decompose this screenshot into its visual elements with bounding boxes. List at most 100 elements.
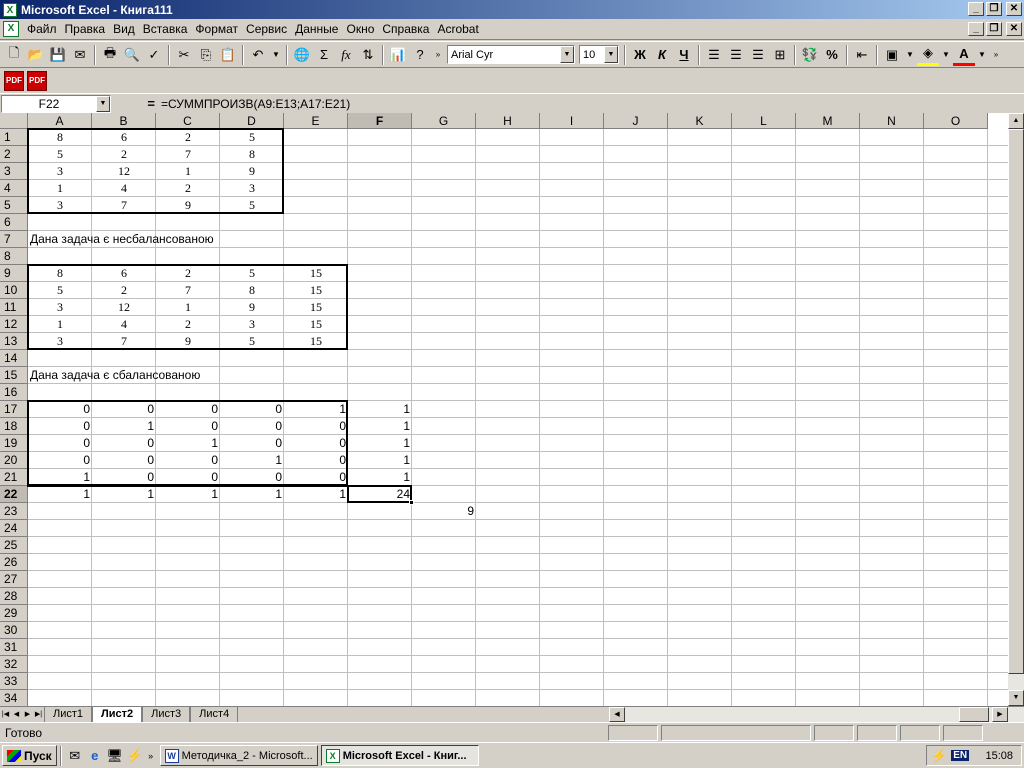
cell[interactable]: 0 [220, 469, 284, 486]
name-box[interactable]: F22 ▼ [1, 94, 111, 113]
cell[interactable]: 15 [284, 265, 348, 282]
font-color-icon[interactable]: A [953, 44, 975, 66]
scroll-up-icon[interactable]: ▲ [1008, 113, 1024, 129]
align-right-icon[interactable]: ☰ [747, 44, 769, 66]
new-icon[interactable]: 🗋 [3, 44, 25, 66]
prev-sheet-icon[interactable]: ◀ [11, 708, 22, 722]
row-header[interactable]: 31 [0, 639, 28, 656]
cell[interactable]: 4 [92, 316, 156, 333]
cell[interactable]: 1 [92, 418, 156, 435]
toolbar-options-icon[interactable]: » [989, 44, 1003, 66]
row-header[interactable]: 9 [0, 265, 28, 282]
start-button[interactable]: Пуск [2, 745, 57, 766]
cell[interactable]: 1 [156, 299, 220, 316]
more-buttons-icon[interactable]: » [431, 44, 445, 66]
minimize-button[interactable]: _ [968, 2, 984, 16]
cell[interactable]: 1 [156, 435, 220, 452]
save-icon[interactable]: 💾 [47, 44, 69, 66]
undo-dropdown-icon[interactable]: ▼ [269, 44, 283, 66]
cut-icon[interactable]: ✂ [173, 44, 195, 66]
cell[interactable]: 1 [348, 435, 412, 452]
cell[interactable]: 4 [92, 180, 156, 197]
cell[interactable]: 2 [156, 316, 220, 333]
menu-help[interactable]: Справка [378, 19, 433, 39]
cell[interactable]: 0 [28, 452, 92, 469]
formula-input[interactable]: =СУММПРОИЗВ(A9:E13;A17:E21) [161, 95, 1024, 113]
cell[interactable]: 5 [220, 265, 284, 282]
cell[interactable]: 6 [92, 265, 156, 282]
cell[interactable]: 7 [156, 146, 220, 163]
row-header[interactable]: 3 [0, 163, 28, 180]
menu-insert[interactable]: Вставка [139, 19, 192, 39]
row-header[interactable]: 24 [0, 520, 28, 537]
cell[interactable]: 1 [348, 401, 412, 418]
doc-minimize-button[interactable]: _ [968, 22, 984, 36]
row-header[interactable]: 18 [0, 418, 28, 435]
cell[interactable]: 5 [220, 129, 284, 146]
sheet-tab-1[interactable]: Лист1 [44, 707, 93, 722]
fill-color-dropdown-icon[interactable]: ▼ [939, 44, 953, 66]
doc-close-button[interactable]: ✕ [1006, 22, 1022, 36]
scroll-right-icon[interactable]: ▶ [992, 707, 1008, 722]
column-header[interactable]: J [604, 113, 668, 129]
decrease-indent-icon[interactable]: ⇤ [851, 44, 873, 66]
last-sheet-icon[interactable]: ▶| [33, 708, 44, 722]
first-sheet-icon[interactable]: |◀ [0, 708, 11, 722]
column-header[interactable]: M [796, 113, 860, 129]
sheet-tab-4[interactable]: Лист4 [190, 707, 239, 722]
show-desktop-icon[interactable]: 🖥 [105, 746, 125, 766]
autosum-icon[interactable]: Σ [313, 44, 335, 66]
doc-restore-button[interactable]: ❐ [986, 22, 1002, 36]
cell[interactable]: 1 [28, 486, 92, 503]
cell[interactable]: 2 [156, 129, 220, 146]
row-header[interactable]: 33 [0, 673, 28, 690]
cell[interactable]: 6 [92, 129, 156, 146]
cell[interactable]: 12 [92, 299, 156, 316]
function-icon[interactable]: fx [335, 44, 357, 66]
cell[interactable]: 0 [28, 401, 92, 418]
row-header[interactable]: 15 [0, 367, 28, 384]
cell[interactable]: 1 [156, 486, 220, 503]
close-button[interactable]: ✕ [1006, 2, 1022, 16]
taskbar-excel-button[interactable]: X Microsoft Excel - Книг... [320, 745, 479, 766]
row-header[interactable]: 29 [0, 605, 28, 622]
cell[interactable]: 0 [92, 452, 156, 469]
convert-and-email-pdf-icon[interactable]: PDF [27, 71, 47, 91]
cell[interactable]: 0 [92, 469, 156, 486]
menu-file[interactable]: Файл [23, 19, 61, 39]
column-header[interactable]: G [412, 113, 476, 129]
copy-icon[interactable]: ⎘ [195, 44, 217, 66]
column-header[interactable]: D [220, 113, 284, 129]
cell[interactable]: 3 [28, 197, 92, 214]
cell[interactable]: 0 [284, 452, 348, 469]
cell[interactable]: Дана задача є несбалансованою [28, 231, 428, 248]
cell[interactable]: 0 [156, 452, 220, 469]
worksheet-grid[interactable]: A B C D E F G H I J K L M N O 1 2 3 4 5 6 7 8 9 10 11 12 13 14 15 16 17… [0, 113, 1008, 706]
cell[interactable]: 0 [156, 401, 220, 418]
horizontal-scroll-thumb[interactable] [959, 707, 989, 722]
outlook-express-icon[interactable]: ✉ [65, 746, 85, 766]
row-header[interactable]: 14 [0, 350, 28, 367]
cell[interactable]: 2 [92, 282, 156, 299]
row-header[interactable]: 34 [0, 690, 28, 706]
underline-icon[interactable]: Ч [673, 44, 695, 66]
cell[interactable]: 1 [220, 486, 284, 503]
italic-icon[interactable]: К [651, 44, 673, 66]
column-header[interactable]: B [92, 113, 156, 129]
menu-tools[interactable]: Сервис [242, 19, 291, 39]
cell[interactable]: 15 [284, 316, 348, 333]
clock[interactable]: 15:08 [985, 750, 1013, 762]
menu-format[interactable]: Формат [191, 19, 242, 39]
column-header[interactable]: N [860, 113, 924, 129]
cell[interactable]: 5 [28, 146, 92, 163]
cell[interactable]: 0 [28, 435, 92, 452]
menu-view[interactable]: Вид [109, 19, 139, 39]
cell[interactable]: 15 [284, 299, 348, 316]
excel-app-icon[interactable]: X [3, 2, 17, 17]
cell[interactable]: 2 [92, 146, 156, 163]
row-header[interactable]: 11 [0, 299, 28, 316]
restore-button[interactable]: ❐ [986, 2, 1002, 16]
column-header[interactable]: A [28, 113, 92, 129]
sort-icon[interactable]: ⇅ [357, 44, 379, 66]
cell[interactable]: 0 [284, 435, 348, 452]
